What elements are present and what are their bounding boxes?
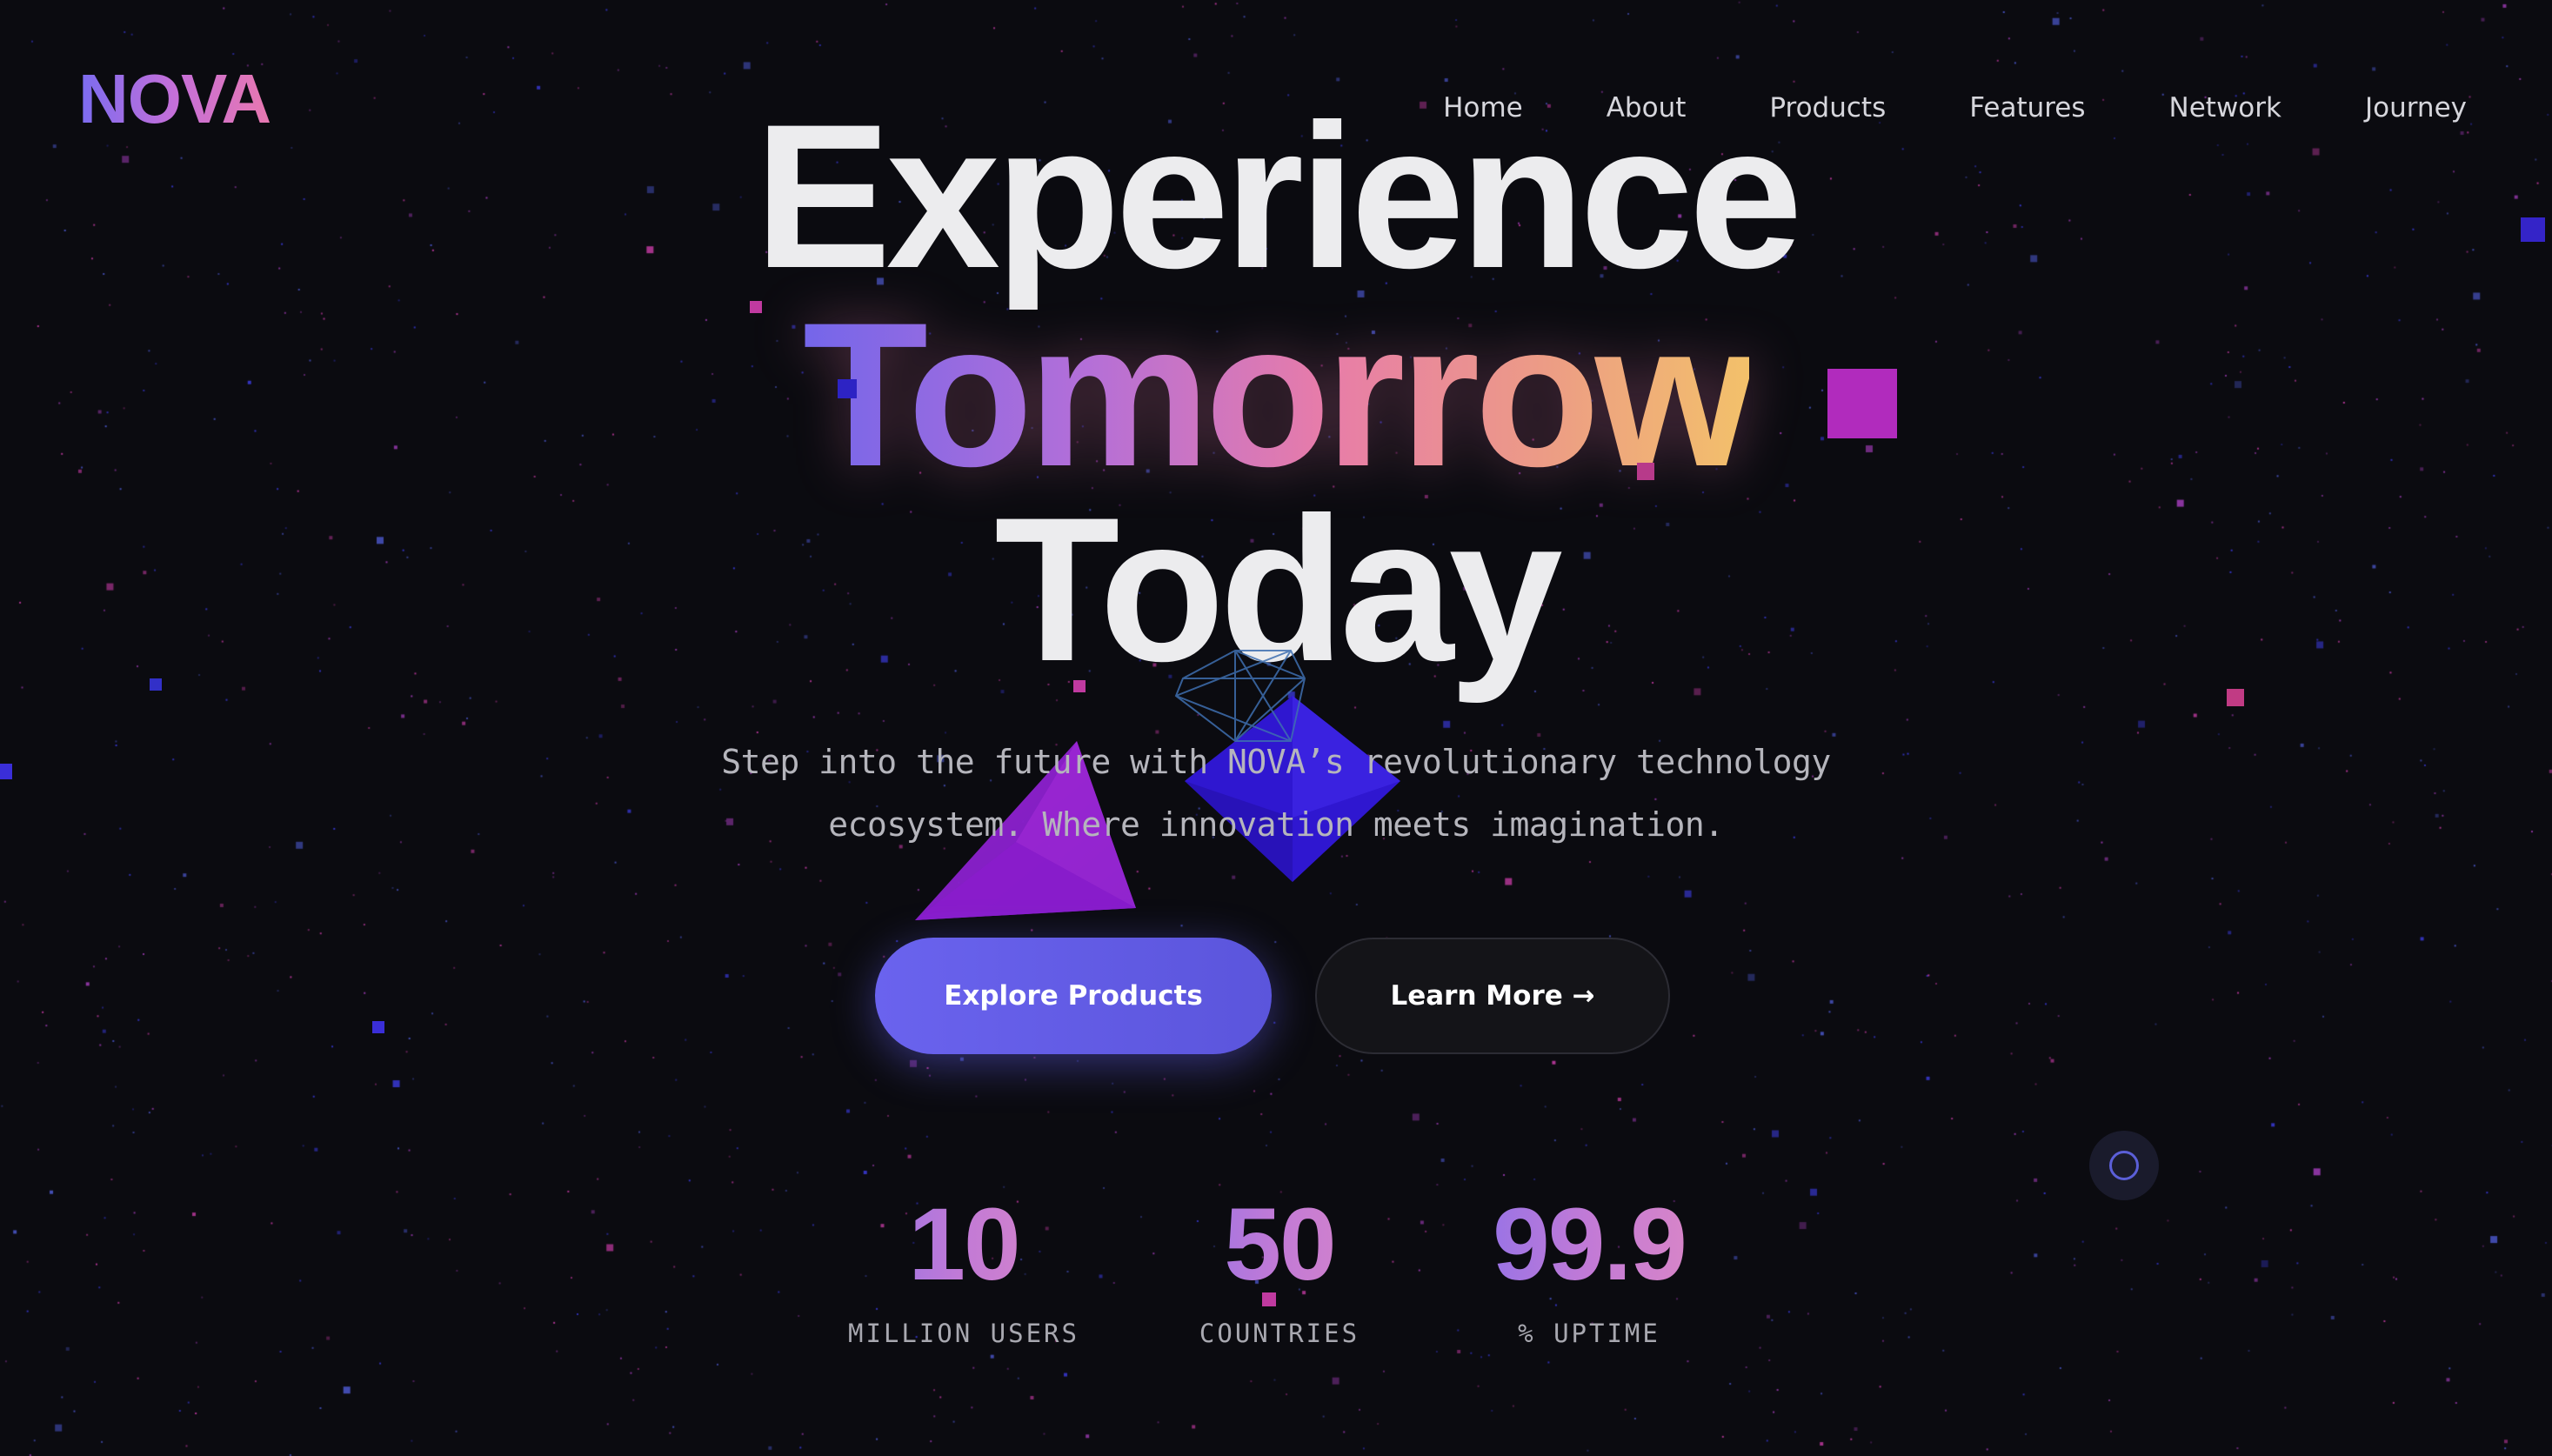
hero-heading-line2: Tomorrow bbox=[0, 292, 2552, 498]
loading-ring-icon bbox=[2089, 1131, 2159, 1200]
hero-subtitle: Step into the future with NOVA’s revolut… bbox=[0, 731, 2552, 856]
stat-uptime: 99.9 % UPTIME bbox=[1433, 1193, 1746, 1348]
stat-label: MILLION USERS bbox=[848, 1319, 1079, 1348]
stat-value: 50 bbox=[1123, 1193, 1436, 1296]
hero-subtitle-line1: Step into the future with NOVA’s revolut… bbox=[721, 743, 1831, 781]
stat-label: COUNTRIES bbox=[1199, 1319, 1360, 1348]
hero-subtitle-line2: ecosystem. Where innovation meets imagin… bbox=[828, 805, 1724, 844]
stat-value: 99.9 bbox=[1433, 1193, 1746, 1296]
stat-users: 10 MILLION USERS bbox=[807, 1193, 1120, 1348]
stat-value: 10 bbox=[807, 1193, 1120, 1296]
learn-more-button[interactable]: Learn More → bbox=[1315, 938, 1670, 1054]
hero-heading-line3: Today bbox=[994, 475, 1562, 705]
stat-label: % UPTIME bbox=[1518, 1319, 1660, 1348]
stat-countries: 50 COUNTRIES bbox=[1123, 1193, 1436, 1348]
hero-heading-line1: Experience bbox=[754, 82, 1802, 311]
explore-products-button[interactable]: Explore Products bbox=[875, 938, 1272, 1054]
